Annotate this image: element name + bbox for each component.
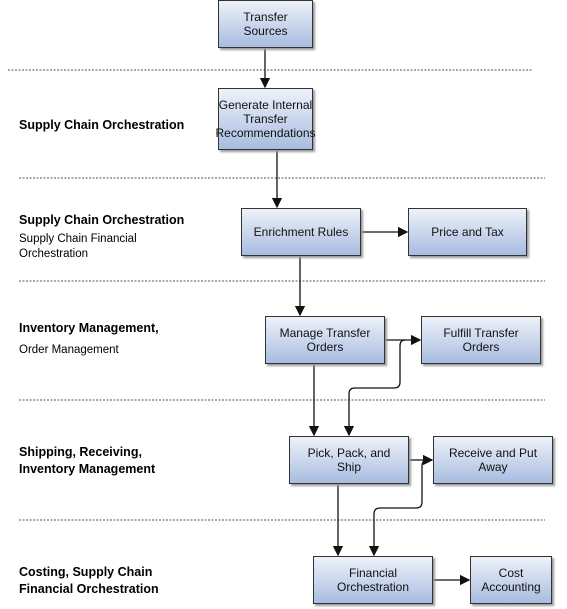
lane-label: Supply Chain Orchestration (19, 118, 185, 132)
lane-subtitle: Supply Chain Financial Orchestration (19, 233, 137, 260)
lane-label: Costing, Supply Chain Financial Orchestr… (19, 565, 159, 596)
pick-pack-ship-box: Pick, Pack, and Ship (289, 436, 409, 484)
lane-label: Supply Chain Orchestration Supply Chain F… (19, 212, 219, 262)
enrichment-rules-box: Enrichment Rules (241, 208, 361, 256)
flow-diagram: Transfer Sources Generate Internal Trans… (0, 0, 567, 609)
generate-recommendations-box: Generate Internal Transfer Recommendatio… (215, 88, 316, 150)
cost-accounting-box: Cost Accounting (470, 556, 552, 604)
lane-title: Supply Chain Orchestration (19, 213, 185, 227)
lane-label: Shipping, Receiving, Inventory Managemen… (19, 445, 156, 476)
fulfill-transfer-orders-box: Fulfill Transfer Orders (421, 316, 541, 364)
lane-label: Inventory Management, Order Management (19, 320, 159, 358)
transfer-sources-box: Transfer Sources (218, 0, 313, 48)
lane-subtitle: Order Management (19, 344, 119, 356)
price-and-tax-box: Price and Tax (408, 208, 527, 256)
manage-transfer-orders-box: Manage Transfer Orders (265, 316, 385, 364)
financial-orchestration-box: Financial Orchestration (313, 556, 433, 604)
lane-title: Inventory Management, (19, 321, 159, 335)
receive-put-away-box: Receive and Put Away (433, 436, 553, 484)
